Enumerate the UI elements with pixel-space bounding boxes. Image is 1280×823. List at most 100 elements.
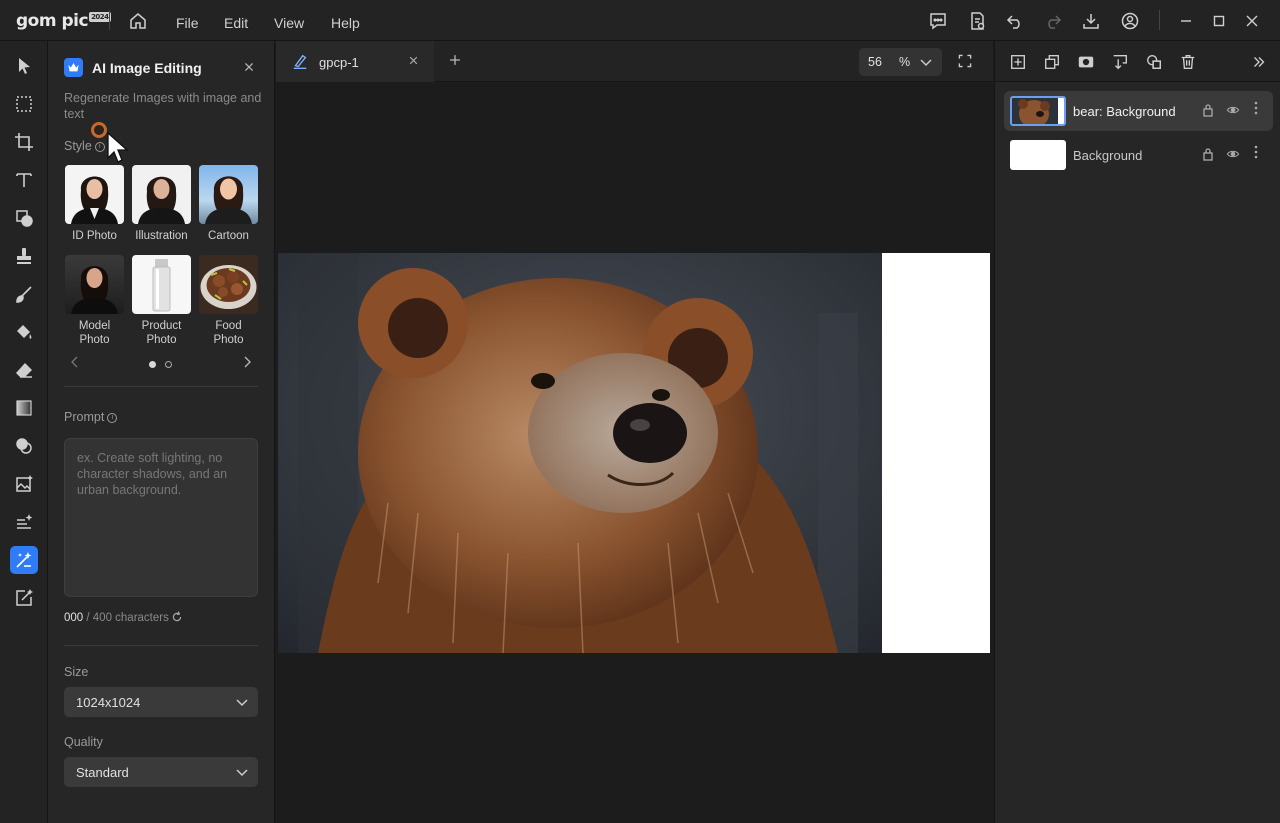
visibility-eye-icon[interactable]: [1226, 147, 1240, 164]
layer-mask-icon[interactable]: [1076, 52, 1096, 72]
food-photo-thumbnail: [199, 255, 258, 314]
visibility-eye-icon[interactable]: [1226, 103, 1240, 120]
style-card-id-photo[interactable]: ID Photo: [65, 165, 124, 243]
minimize-icon[interactable]: [1175, 10, 1197, 32]
layer-effects-icon[interactable]: [1144, 52, 1164, 72]
ai-image-editing-tool-icon[interactable]: [10, 546, 38, 574]
eraser-tool-icon[interactable]: [10, 356, 38, 384]
carousel-dot[interactable]: [165, 361, 172, 368]
size-select[interactable]: 1024x1024: [64, 687, 258, 717]
fit-screen-icon[interactable]: [957, 53, 973, 72]
undo-icon[interactable]: [1004, 10, 1026, 32]
account-icon[interactable]: [1119, 10, 1141, 32]
bear-photo[interactable]: [278, 253, 882, 653]
style-card-illustration[interactable]: Illustration: [132, 165, 191, 243]
menu-file[interactable]: File: [176, 15, 199, 31]
lock-icon[interactable]: [1202, 103, 1214, 120]
more-options-icon[interactable]: [1254, 145, 1258, 162]
marquee-tool-icon[interactable]: [10, 90, 38, 118]
size-value: 1024x1024: [76, 695, 141, 710]
prompt-input[interactable]: [77, 450, 249, 590]
blend-tool-icon[interactable]: [10, 432, 38, 460]
canvas-area[interactable]: [276, 82, 993, 823]
add-tab-icon[interactable]: [448, 51, 462, 72]
divider: [109, 10, 110, 30]
size-label: Size: [64, 665, 89, 679]
merge-down-icon[interactable]: [1110, 52, 1130, 72]
style-card-cartoon[interactable]: Cartoon: [199, 165, 258, 243]
zoom-unit: %: [899, 55, 911, 69]
maximize-icon[interactable]: [1208, 10, 1230, 32]
close-window-icon[interactable]: [1241, 10, 1263, 32]
home-icon[interactable]: [127, 10, 149, 32]
style-card-food-photo[interactable]: Food Photo: [199, 255, 258, 347]
document-settings-icon[interactable]: [966, 10, 988, 32]
zoom-control[interactable]: 56 %: [859, 48, 942, 76]
crown-icon: [64, 58, 83, 77]
info-icon[interactable]: i: [107, 413, 118, 423]
layer-thumbnail: [1010, 96, 1066, 126]
lock-icon[interactable]: [1202, 147, 1214, 164]
gradient-tool-icon[interactable]: [10, 394, 38, 422]
panel-title: AI Image Editing: [92, 60, 202, 76]
add-layer-icon[interactable]: [1008, 52, 1028, 72]
download-icon[interactable]: [1080, 10, 1102, 32]
collapse-panel-icon[interactable]: [1249, 52, 1269, 72]
feedback-icon[interactable]: [927, 10, 949, 32]
style-name: Model Photo: [78, 320, 111, 346]
style-name: Product Photo: [141, 320, 182, 346]
menu-edit[interactable]: Edit: [224, 15, 248, 31]
style-card-product-photo[interactable]: Product Photo: [132, 255, 191, 347]
product-photo-thumbnail: [132, 255, 191, 314]
artboard[interactable]: [278, 253, 990, 653]
carousel-dot-active[interactable]: [149, 361, 156, 368]
layer-thumbnail: [1010, 140, 1066, 170]
model-photo-thumbnail: [65, 255, 124, 314]
brush-tool-icon[interactable]: [10, 280, 38, 308]
text-tool-icon[interactable]: [10, 166, 38, 194]
more-options-icon[interactable]: [1254, 101, 1258, 118]
app-logo: gom pic 2024: [16, 11, 111, 31]
title-bar: gom pic 2024 File Edit View Help: [0, 0, 1280, 41]
style-name: Illustration: [135, 230, 188, 242]
close-tab-icon[interactable]: [408, 53, 419, 69]
shape-tool-icon[interactable]: [10, 204, 38, 232]
menu-help[interactable]: Help: [331, 15, 360, 31]
close-panel-icon[interactable]: [240, 58, 258, 76]
quality-select[interactable]: Standard: [64, 757, 258, 787]
stamp-tool-icon[interactable]: [10, 242, 38, 270]
document-tab[interactable]: gpcp-1: [276, 41, 434, 82]
cartoon-thumbnail: [199, 165, 258, 224]
redo-icon[interactable]: [1042, 10, 1064, 32]
layer-row[interactable]: Background: [1004, 135, 1273, 175]
chevron-down-icon[interactable]: [919, 55, 933, 72]
char-count-value: 000: [64, 612, 84, 624]
layers-panel: bear: Background Background: [994, 82, 1280, 823]
select-tool-icon[interactable]: [10, 52, 38, 80]
ai-text-tool-icon[interactable]: [10, 508, 38, 536]
carousel-next-icon[interactable]: [242, 355, 252, 373]
layers-toolbar: [994, 41, 1280, 82]
chevron-down-icon: [235, 695, 249, 709]
menu-view[interactable]: View: [274, 15, 304, 31]
delete-layer-icon[interactable]: [1178, 52, 1198, 72]
carousel-prev-icon[interactable]: [70, 355, 80, 373]
quality-value: Standard: [76, 765, 129, 780]
info-icon[interactable]: i: [94, 142, 105, 152]
mouse-cursor-icon: [107, 131, 131, 167]
prompt-label: Prompt i: [64, 410, 118, 424]
layer-name: bear: Background: [1073, 104, 1176, 119]
click-indicator: [91, 122, 107, 138]
refresh-icon[interactable]: [171, 611, 183, 626]
fill-tool-icon[interactable]: [10, 318, 38, 346]
style-card-model-photo[interactable]: Model Photo: [65, 255, 124, 347]
tool-rail: [0, 41, 48, 823]
ai-image-tool-icon[interactable]: [10, 470, 38, 498]
chevron-down-icon: [235, 765, 249, 779]
layer-row[interactable]: bear: Background: [1004, 91, 1273, 131]
zoom-value[interactable]: 56: [868, 55, 882, 69]
crop-tool-icon[interactable]: [10, 128, 38, 156]
duplicate-layer-icon[interactable]: [1042, 52, 1062, 72]
export-ai-tool-icon[interactable]: [10, 584, 38, 612]
logo-text: gom pic: [16, 11, 89, 31]
